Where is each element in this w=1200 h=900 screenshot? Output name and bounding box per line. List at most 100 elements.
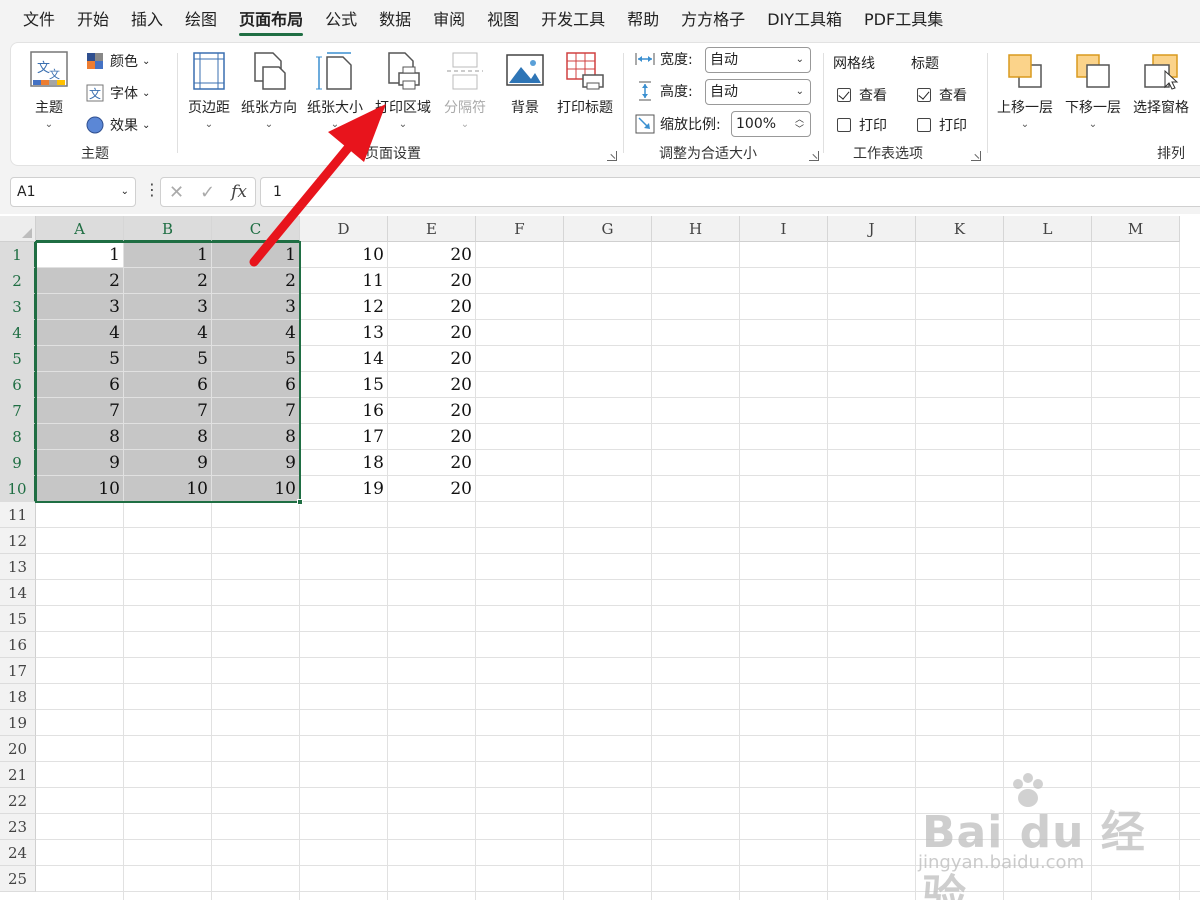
menu-fangfang[interactable]: 方方格子 xyxy=(670,0,756,40)
menu-help[interactable]: 帮助 xyxy=(616,0,670,40)
cell-e9[interactable]: 20 xyxy=(388,450,476,476)
page-setup-launcher-icon[interactable] xyxy=(607,151,617,161)
row-header-6[interactable]: 6 xyxy=(0,372,36,398)
menu-file[interactable]: 文件 xyxy=(12,0,66,40)
cell-d6[interactable]: 15 xyxy=(300,372,388,398)
column-header-g[interactable]: G xyxy=(564,216,652,242)
column-header-l[interactable]: L xyxy=(1004,216,1092,242)
menu-view[interactable]: 视图 xyxy=(476,0,530,40)
column-header-h[interactable]: H xyxy=(652,216,740,242)
print-area-button[interactable]: 打印区域 ⌄ xyxy=(375,49,431,130)
column-header-m[interactable]: M xyxy=(1092,216,1180,242)
row-header-16[interactable]: 16 xyxy=(0,632,36,658)
selection-pane-button[interactable]: 选择窗格 xyxy=(1133,49,1189,117)
spreadsheet-grid[interactable]: A B C D E F G H I J K L M 1 2 3 4 5 6 7 8 9 10 11 12 13 14 15 16 17 18… xyxy=(0,216,1200,900)
cell-e8[interactable]: 20 xyxy=(388,424,476,450)
cell-d3[interactable]: 12 xyxy=(300,294,388,320)
fonts-button[interactable]: 文 字体 ⌄ xyxy=(85,83,150,103)
menu-formulas[interactable]: 公式 xyxy=(314,0,368,40)
menu-draw[interactable]: 绘图 xyxy=(174,0,228,40)
cell-d8[interactable]: 17 xyxy=(300,424,388,450)
theme-button[interactable]: 文 文 主题 ⌄ xyxy=(27,49,71,130)
cell-e7[interactable]: 20 xyxy=(388,398,476,424)
cell-d10[interactable]: 19 xyxy=(300,476,388,502)
column-header-c[interactable]: C xyxy=(212,216,300,242)
gridlines-print-checkbox[interactable]: 打印 xyxy=(837,115,887,135)
margins-button[interactable]: 页边距 ⌄ xyxy=(187,49,231,130)
row-header-7[interactable]: 7 xyxy=(0,398,36,424)
orientation-button[interactable]: 纸张方向 ⌄ xyxy=(241,49,297,130)
cell-e3[interactable]: 20 xyxy=(388,294,476,320)
row-header-10[interactable]: 10 xyxy=(0,476,36,502)
column-header-e[interactable]: E xyxy=(388,216,476,242)
column-header-f[interactable]: F xyxy=(476,216,564,242)
cell-d9[interactable]: 18 xyxy=(300,450,388,476)
cell-d4[interactable]: 13 xyxy=(300,320,388,346)
cell-e1[interactable]: 20 xyxy=(388,242,476,268)
row-header-14[interactable]: 14 xyxy=(0,580,36,606)
row-header-20[interactable]: 20 xyxy=(0,736,36,762)
row-header-8[interactable]: 8 xyxy=(0,424,36,450)
cell-e6[interactable]: 20 xyxy=(388,372,476,398)
row-header-5[interactable]: 5 xyxy=(0,346,36,372)
row-header-1[interactable]: 1 xyxy=(0,242,36,268)
menu-diy-toolbox[interactable]: DIY工具箱 xyxy=(756,0,853,40)
gridlines-view-checkbox[interactable]: 查看 xyxy=(837,85,887,105)
cancel-icon[interactable]: ✕ xyxy=(169,182,184,203)
background-button[interactable]: 背景 xyxy=(503,49,547,117)
row-header-3[interactable]: 3 xyxy=(0,294,36,320)
row-header-2[interactable]: 2 xyxy=(0,268,36,294)
cell-d7[interactable]: 16 xyxy=(300,398,388,424)
row-header-25[interactable]: 25 xyxy=(0,866,36,892)
colors-button[interactable]: 颜色 ⌄ xyxy=(85,51,150,71)
cell-d1[interactable]: 10 xyxy=(300,242,388,268)
column-header-b[interactable]: B xyxy=(124,216,212,242)
cell-d5[interactable]: 14 xyxy=(300,346,388,372)
cell-e10[interactable]: 20 xyxy=(388,476,476,502)
row-header-13[interactable]: 13 xyxy=(0,554,36,580)
row-header-11[interactable]: 11 xyxy=(0,502,36,528)
cell-e5[interactable]: 20 xyxy=(388,346,476,372)
row-header-9[interactable]: 9 xyxy=(0,450,36,476)
row-header-24[interactable]: 24 xyxy=(0,840,36,866)
menu-insert[interactable]: 插入 xyxy=(120,0,174,40)
effects-button[interactable]: 效果 ⌄ xyxy=(85,115,150,135)
column-header-d[interactable]: D xyxy=(300,216,388,242)
column-header-j[interactable]: J xyxy=(828,216,916,242)
insert-function-icon[interactable]: fx xyxy=(231,182,247,202)
select-all-corner[interactable] xyxy=(0,216,36,242)
scale-launcher-icon[interactable] xyxy=(809,151,819,161)
check-icon[interactable]: ✓ xyxy=(200,182,215,203)
row-header-21[interactable]: 21 xyxy=(0,762,36,788)
scale-spinner[interactable]: 100% ︿ ﹀ xyxy=(731,111,811,137)
width-dropdown[interactable]: 自动 ⌄ xyxy=(705,47,811,73)
menu-pdf-tools[interactable]: PDF工具集 xyxy=(853,0,954,40)
row-header-17[interactable]: 17 xyxy=(0,658,36,684)
cell-e2[interactable]: 20 xyxy=(388,268,476,294)
menu-review[interactable]: 审阅 xyxy=(422,0,476,40)
row-header-4[interactable]: 4 xyxy=(0,320,36,346)
row-header-18[interactable]: 18 xyxy=(0,684,36,710)
row-header-23[interactable]: 23 xyxy=(0,814,36,840)
bring-forward-button[interactable]: 上移一层 ⌄ xyxy=(997,49,1053,130)
row-header-15[interactable]: 15 xyxy=(0,606,36,632)
fill-handle[interactable] xyxy=(297,499,303,505)
menu-data[interactable]: 数据 xyxy=(368,0,422,40)
sheet-options-launcher-icon[interactable] xyxy=(971,151,981,161)
cell-d2[interactable]: 11 xyxy=(300,268,388,294)
menu-developer[interactable]: 开发工具 xyxy=(530,0,616,40)
menu-page-layout[interactable]: 页面布局 xyxy=(228,0,314,40)
name-box[interactable]: A1 ⌄ xyxy=(10,177,136,207)
menu-home[interactable]: 开始 xyxy=(66,0,120,40)
formula-input[interactable]: 1 xyxy=(260,177,1200,207)
breaks-button[interactable]: 分隔符 ⌄ xyxy=(443,49,487,130)
headings-print-checkbox[interactable]: 打印 xyxy=(917,115,967,135)
column-header-i[interactable]: I xyxy=(740,216,828,242)
spinner-arrows-icon[interactable]: ︿ ﹀ xyxy=(795,115,804,135)
send-backward-button[interactable]: 下移一层 ⌄ xyxy=(1065,49,1121,130)
row-header-22[interactable]: 22 xyxy=(0,788,36,814)
column-header-k[interactable]: K xyxy=(916,216,1004,242)
row-header-19[interactable]: 19 xyxy=(0,710,36,736)
height-dropdown[interactable]: 自动 ⌄ xyxy=(705,79,811,105)
headings-view-checkbox[interactable]: 查看 xyxy=(917,85,967,105)
